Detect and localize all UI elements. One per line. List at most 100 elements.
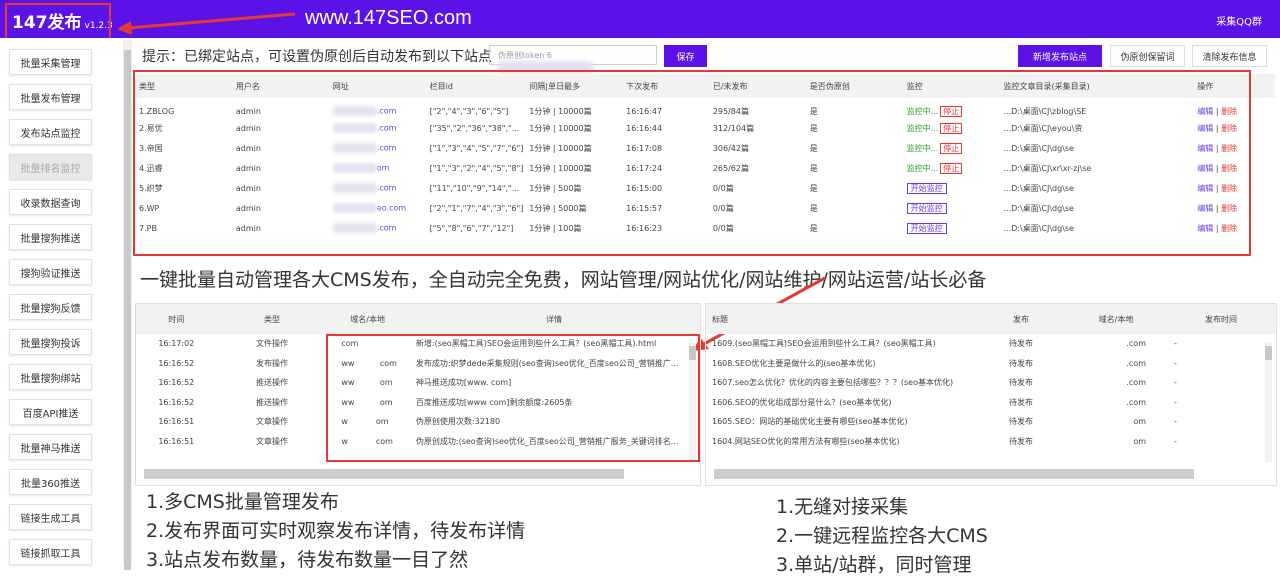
start-monitor-button[interactable]: 开始监控	[906, 222, 947, 234]
edit-link[interactable]: 编辑	[1197, 107, 1213, 116]
sidebar-item[interactable]: 搜狗验证推送	[9, 259, 92, 285]
table-row: 7.PB admin .com ["5","8","6","7","12"] 1分钟 |…	[135, 218, 1275, 238]
feature-note: 2.发布界面可实时观察发布详情，待发布详情	[146, 520, 526, 542]
sidebar-item[interactable]: 批量搜狗投诉	[9, 329, 92, 355]
site-link[interactable]: eo.com	[377, 204, 406, 213]
cell-domain: ww om	[341, 378, 393, 388]
cell-monitor: 监控中... 停止	[903, 98, 1000, 118]
app-header: 147发布 v1.2.3 www.147SEO.com 采集QQ群	[0, 0, 1280, 38]
cell-title: 1607.seo怎么优化？优化的内容主要包括哪些？？？(seo基本优化)	[712, 378, 954, 388]
cell-dir: ...D:\桌面\CJ\dg\se	[1003, 203, 1074, 213]
column-header: 栏目id	[425, 74, 526, 98]
cell-count: 312/104篇	[712, 123, 755, 133]
separator: |	[1213, 106, 1222, 116]
edit-link[interactable]: 编辑	[1197, 224, 1213, 233]
clear-info-button[interactable]: 清除发布信息	[1192, 45, 1267, 67]
pending-scrollbar[interactable]	[1265, 342, 1272, 462]
table-row: 3.帝国 admin .com ["1","3","4","5","7","6"] 1分…	[135, 138, 1275, 158]
delete-link[interactable]: 删除	[1221, 164, 1237, 173]
site-link[interactable]: .com	[377, 224, 397, 233]
sidebar-item[interactable]: 批量搜狗绑站	[9, 364, 92, 390]
cell-time: -	[1174, 417, 1177, 427]
delete-link[interactable]: 删除	[1221, 124, 1237, 133]
delete-link[interactable]: 删除	[1221, 107, 1237, 116]
qq-group-link[interactable]: 采集QQ群	[1216, 13, 1262, 28]
site-link[interactable]: .com	[377, 184, 397, 193]
cell-detail: 神马推送成功[www. com]	[415, 378, 512, 388]
start-monitor-button[interactable]: 开始监控	[906, 202, 947, 214]
separator: |	[1213, 143, 1222, 153]
sidebar-item[interactable]: 批量采集管理	[9, 49, 92, 75]
sidebar-item[interactable]: 批量360推送	[9, 469, 92, 495]
edit-link[interactable]: 编辑	[1197, 164, 1213, 173]
sidebar-item[interactable]: 批量神马推送	[9, 434, 92, 460]
sidebar-item[interactable]: 批量发布管理	[9, 84, 92, 110]
cell-user: admin	[235, 163, 261, 173]
cell-domain: .com	[1126, 378, 1146, 388]
pending-row: 1607.seo怎么优化？优化的内容主要包括哪些？？？(seo基本优化) 待发布.…	[706, 373, 1276, 393]
cell-url: .com	[329, 138, 426, 158]
cell-actions: 编辑 | 删除	[1193, 98, 1275, 118]
edit-link[interactable]: 编辑	[1197, 124, 1213, 133]
cell-cat: ["1","3","2","4","5","8"]	[429, 163, 524, 173]
site-link[interactable]: .com	[377, 124, 397, 133]
stop-button[interactable]: 停止	[940, 105, 963, 117]
log-scrollbar[interactable]	[689, 342, 696, 462]
cell-url: .com	[329, 118, 426, 138]
delete-link[interactable]: 删除	[1221, 204, 1237, 213]
delete-link[interactable]: 删除	[1221, 184, 1237, 193]
start-monitor-button[interactable]: 开始监控	[906, 182, 947, 194]
cell-monitor: 开始监控	[903, 218, 1000, 238]
token-value: 6	[546, 51, 553, 60]
sidebar-item[interactable]: 批量搜狗反馈	[9, 294, 92, 320]
log-hscrollbar[interactable]	[144, 469, 624, 479]
delete-link[interactable]: 删除	[1221, 144, 1237, 153]
cell-cat: ["2","1","7","4","3","6"]	[429, 203, 524, 213]
sidebar-item[interactable]: 发布站点监控	[9, 119, 92, 145]
cell-detail: 伪原创成功:(seo查询)seo优化_百度seo公司_营销推广服务_关键词排名.…	[415, 436, 679, 446]
column-header: 网址	[328, 74, 426, 98]
cell-status: 待发布	[1009, 378, 1033, 388]
edit-link[interactable]: 编辑	[1197, 184, 1213, 193]
keep-words-button[interactable]: 伪原创保留词	[1110, 45, 1185, 67]
cell-url: .com	[329, 218, 426, 238]
cell-cat: ["35","2","36","38","...	[429, 123, 520, 133]
cell-user: admin	[235, 183, 261, 193]
site-link[interactable]: .com	[377, 144, 397, 153]
cell-pseudo: 是	[809, 183, 818, 193]
cell-type: 3.帝国	[139, 143, 163, 153]
sidebar-item[interactable]: 链接抓取工具	[9, 539, 92, 565]
column-header: 已/未发布	[708, 74, 806, 98]
edit-link[interactable]: 编辑	[1197, 144, 1213, 153]
blurred-url	[332, 183, 377, 193]
token-input[interactable]: 伪原创token 6	[489, 45, 657, 73]
stop-button[interactable]: 停止	[940, 162, 963, 174]
cell-detail: 伪原创使用次数:32180	[415, 417, 501, 427]
save-button[interactable]: 保存	[664, 45, 707, 67]
sidebar-scrollbar[interactable]	[123, 40, 132, 570]
sidebar-item[interactable]: 百度API推送	[9, 399, 92, 425]
column-header: 类型	[135, 74, 232, 98]
sidebar-item[interactable]: 收录数据查询	[9, 189, 92, 215]
sidebar-item[interactable]: 链接生成工具	[9, 504, 92, 530]
sidebar-item[interactable]: 批量搜狗推送	[9, 224, 92, 250]
stop-button[interactable]: 停止	[940, 122, 963, 134]
add-site-button[interactable]: 新增发布站点	[1018, 45, 1102, 67]
edit-link[interactable]: 编辑	[1197, 204, 1213, 213]
cell-domain: om	[1133, 436, 1146, 446]
site-link[interactable]: om	[377, 164, 390, 173]
cell-next: 16:15:57	[626, 203, 663, 213]
delete-link[interactable]: 删除	[1221, 224, 1237, 233]
cell-interval: 1分钟 | 5000篇	[529, 203, 587, 213]
pending-table: 标题 发布 域名/本地 发布时间 1609.(seo黑帽工具)SEO会运用到些什么工具？…	[706, 304, 1276, 451]
cell-cat: ["1","3","4","5","7","6"]	[429, 143, 524, 153]
cell-type: 推送操作	[255, 397, 288, 407]
monitoring-status: 监控中...	[906, 143, 939, 153]
stop-button[interactable]: 停止	[940, 142, 963, 154]
table-row: 5.织梦 admin .com ["11","10","9","14","... 1分钟…	[135, 178, 1275, 198]
cell-next: 16:17:08	[626, 143, 663, 153]
sidebar-item[interactable]: 批量排名监控	[9, 154, 92, 180]
site-link[interactable]: .com	[377, 107, 397, 116]
monitoring-status: 监控中...	[906, 163, 939, 173]
pending-hscrollbar[interactable]	[714, 469, 1194, 479]
